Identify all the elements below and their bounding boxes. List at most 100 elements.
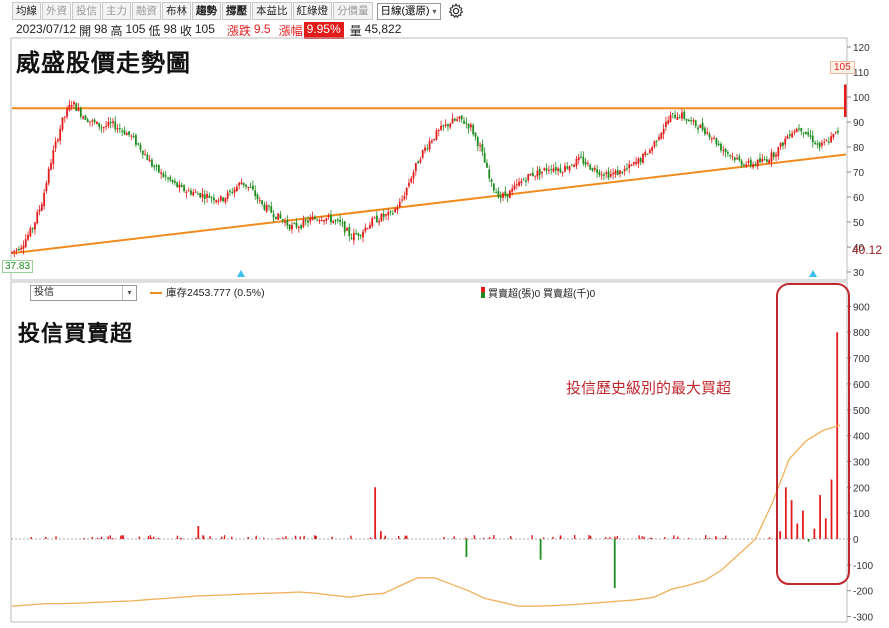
candle-body	[577, 157, 580, 161]
indicator-select[interactable]: 投信 ▾	[30, 285, 137, 301]
candle-body	[731, 155, 734, 157]
candle-body	[318, 219, 321, 222]
candle-body	[570, 164, 573, 166]
candle-body	[580, 156, 582, 158]
flow-bar	[784, 487, 787, 539]
marker-icon[interactable]	[809, 270, 817, 277]
flow-bar	[588, 535, 590, 539]
candle-body	[307, 220, 309, 223]
candle-body	[405, 187, 408, 196]
flow-bar	[573, 535, 576, 539]
price-tick-label: 100	[853, 93, 870, 104]
price-tick-label: 110	[853, 68, 869, 79]
candle-body	[763, 159, 766, 161]
candle-body	[632, 162, 635, 165]
candle-body	[398, 201, 401, 208]
flow-bar	[453, 536, 455, 539]
candle-body	[311, 217, 314, 220]
candle-body	[125, 133, 128, 136]
candle-body	[396, 208, 399, 211]
candle-body	[497, 190, 500, 198]
candle-body	[183, 185, 185, 192]
marker-icon[interactable]	[237, 270, 245, 277]
candle-body	[802, 132, 805, 134]
flow-bar	[406, 535, 408, 539]
legend-bars-text: 買賣超(張)0 買賣超(千)0	[488, 289, 596, 300]
candle-body	[607, 171, 610, 178]
inventory-line	[11, 424, 841, 607]
flow-bar	[122, 535, 124, 539]
candle-body	[261, 200, 263, 205]
candle-body	[341, 222, 344, 224]
candle-body	[782, 142, 784, 146]
flow-tick-label: 900	[853, 302, 870, 313]
candle-body	[692, 120, 695, 122]
candle-body	[704, 128, 706, 135]
candle-body	[123, 130, 126, 135]
candle-body	[779, 143, 782, 147]
candle-body	[428, 141, 431, 150]
flow-bar	[673, 535, 675, 539]
candle-body	[229, 191, 231, 193]
candle-body	[674, 114, 676, 119]
candle-body	[486, 162, 488, 168]
candle-body	[100, 127, 103, 129]
candle-body	[834, 131, 837, 133]
flow-bar	[315, 535, 317, 539]
candle-body	[651, 147, 654, 151]
candle-body	[582, 156, 585, 164]
candle-body	[86, 119, 89, 123]
candle-body	[561, 172, 564, 174]
flow-bar	[609, 537, 611, 539]
candle-body	[13, 250, 16, 253]
candle-body	[252, 185, 254, 190]
candle-body	[54, 141, 57, 149]
candle-body	[447, 124, 449, 127]
candle-body	[662, 128, 665, 135]
candle-body	[761, 158, 764, 162]
candle-body	[531, 172, 534, 176]
flow-bar	[649, 537, 652, 539]
flow-bar	[294, 535, 297, 539]
candle-body	[79, 107, 82, 117]
candle-body	[442, 125, 445, 127]
candle-body	[378, 220, 381, 223]
flow-bar	[722, 537, 724, 539]
candle-body	[316, 219, 319, 221]
candle-body	[375, 215, 378, 223]
candle-body	[593, 167, 596, 170]
candle-body	[362, 231, 364, 238]
candle-body	[313, 217, 316, 220]
price-tick-label: 120	[853, 43, 870, 54]
flow-bar	[539, 539, 542, 560]
candle-body	[830, 136, 833, 143]
candle-body	[430, 140, 433, 143]
candle-body	[669, 114, 672, 123]
price-tick-label: 30	[853, 268, 865, 279]
candle-body	[196, 193, 199, 195]
current-price-label: 105	[830, 61, 855, 74]
candle-body	[690, 120, 693, 122]
candle-body	[481, 143, 484, 152]
candle-body	[279, 214, 282, 219]
flow-bar	[802, 510, 804, 539]
candle-body	[566, 166, 569, 169]
candle-body	[174, 181, 176, 183]
flow-bar	[443, 536, 445, 539]
candle-body	[541, 171, 543, 174]
candle-body	[231, 191, 234, 194]
candle-body	[515, 184, 518, 186]
candle-body	[242, 182, 245, 186]
support-trendline	[11, 153, 847, 255]
candle-body	[644, 151, 647, 156]
candle-body	[323, 220, 325, 222]
candle-body	[506, 193, 509, 198]
candle-body	[642, 153, 644, 163]
candle-body	[412, 172, 415, 179]
candle-body	[784, 138, 787, 145]
flow-bar	[510, 537, 512, 539]
candle-body	[286, 220, 289, 226]
candle-body	[609, 174, 612, 177]
candle-body	[548, 169, 550, 171]
candle-body	[467, 123, 470, 129]
